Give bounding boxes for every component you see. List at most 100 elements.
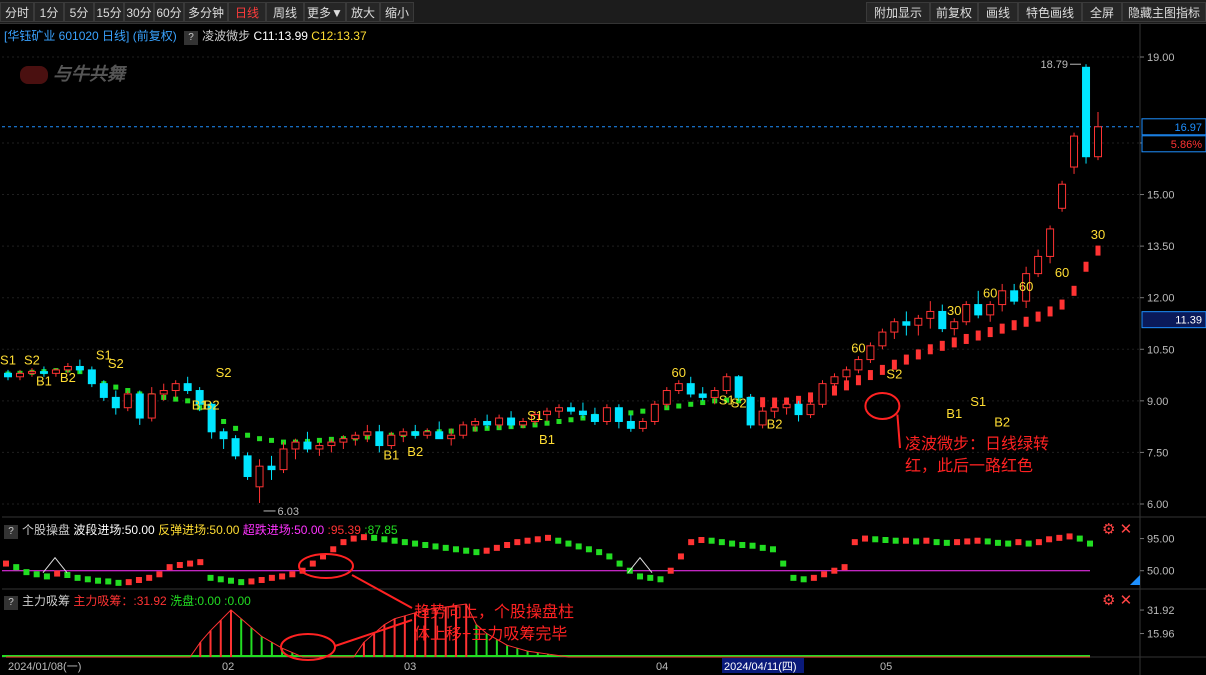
pane2-point [688,539,695,546]
signal-label: S1 [719,392,735,407]
toolbar-right-button-5[interactable]: 隐藏主图指标 [1122,2,1206,22]
price-tag: 16.97 [1174,122,1202,134]
pane3-item: 主力吸筹：:31.92 [73,594,167,608]
lingbo-point [209,412,215,418]
pane3-line [6,603,1090,658]
pane2-point [64,572,71,578]
low-marker-label: 6.03 [278,506,299,518]
pane2-point [667,567,674,574]
toolbar-button-5[interactable]: 60分 [154,2,184,22]
pane2-point [483,547,490,554]
lingbo-point [652,406,658,412]
candle-body [974,304,983,316]
pane2-point [1035,539,1042,546]
pane2-point [1076,535,1083,542]
pane2-point [851,539,858,546]
lingbo-point [1059,299,1065,310]
pane2-point [524,537,531,544]
gear-icon[interactable]: ⚙ [1102,521,1115,538]
annotation-circle [280,633,336,661]
lingbo-point [879,364,885,375]
pane2-point [718,539,725,546]
toolbar-right-button-4[interactable]: 全屏 [1082,2,1122,22]
candle-body [578,410,587,416]
candle-body [111,396,120,409]
signal-label: B1 [383,447,399,462]
lingbo-point [831,385,837,396]
candle-body [207,403,216,433]
lingbo-point [772,397,778,408]
toolbar-button-9[interactable]: 更多▼ [304,2,346,22]
toolbar-button-3[interactable]: 15分 [94,2,124,22]
gear-icon[interactable]: ⚙ [1102,592,1115,609]
toolbar-button-7[interactable]: 日线 [228,2,266,22]
lingbo-point [424,429,430,435]
toolbar-button-4[interactable]: 30分 [124,2,154,22]
candle-body [531,414,540,422]
lingbo-point [233,425,239,431]
lingbo-point [304,438,310,444]
toolbar-button-10[interactable]: 放大 [346,2,380,22]
lingbo-point [939,340,945,351]
pane2-point [585,546,592,553]
lingbo-point [436,429,442,435]
pane2-point [1015,539,1022,546]
close-icon[interactable]: ✕ [1120,521,1133,538]
chart-canvas[interactable]: 19.00 16.50 15.00 13.50 12.00 10.50 9.00 7.50 6.… [0,0,1206,675]
lingbo-point [412,431,418,437]
pane2-name: 个股操盘 [22,523,71,537]
candle-body [794,403,803,416]
y-tick-label: 13.50 [1147,241,1175,253]
candle-body [291,441,300,450]
candle-body [51,369,60,374]
lingbo-point [484,425,490,431]
toolbar-button-11[interactable]: 缩小 [380,2,414,22]
x-tick-label: 03 [404,661,416,673]
candle-body [159,390,168,395]
lingbo-point [472,426,478,432]
lingbo-point [987,327,993,338]
toolbar-button-6[interactable]: 多分钟 [184,2,228,22]
pct-tag: 5.86% [1171,139,1202,151]
toolbar-right-button-1[interactable]: 前复权 [930,2,978,22]
lingbo-point [328,436,334,442]
y-tick-label: 19.00 [1147,52,1175,64]
pane2-point [626,567,633,574]
candle-body [938,310,947,330]
candle-body [962,304,971,323]
pane2-point [125,579,132,586]
candle-body [435,431,444,440]
pane2-point [422,542,429,548]
toolbar-right-button-0[interactable]: 附加显示 [866,2,930,22]
toolbar-button-1[interactable]: 1分 [34,2,64,22]
lingbo-point [664,405,670,411]
lingbo-point [999,323,1005,334]
lingbo-point [640,408,646,414]
candle-body [1070,135,1079,168]
signal-label: B2 [994,415,1010,430]
pane2-point [493,544,500,551]
toolbar-button-0[interactable]: 分时 [0,2,34,22]
pane2-point [74,574,81,581]
pane2-point [565,540,572,547]
help-icon[interactable]: ? [184,31,199,45]
help-icon[interactable]: ? [4,525,18,539]
lingbo-point [760,397,766,408]
close-icon[interactable]: ✕ [1120,592,1133,609]
pane2-point [340,539,347,546]
toolbar-right-button-3[interactable]: 特色画线 [1018,2,1082,22]
lingbo-point [580,415,586,421]
annotation-arrow [351,574,413,609]
candle-body [303,441,312,450]
pane2-point [1025,540,1032,547]
lingbo-point [628,410,634,416]
pane2-point [115,579,122,586]
pane2-point [596,549,603,556]
toolbar-right-button-2[interactable]: 画线 [978,2,1018,22]
toolbar-button-8[interactable]: 周线 [266,2,304,22]
signal-label: S2 [216,365,232,380]
help-icon[interactable]: ? [4,596,18,610]
lingbo-point [221,418,227,424]
pane2-point [943,539,950,546]
toolbar-button-2[interactable]: 5分 [64,2,94,22]
